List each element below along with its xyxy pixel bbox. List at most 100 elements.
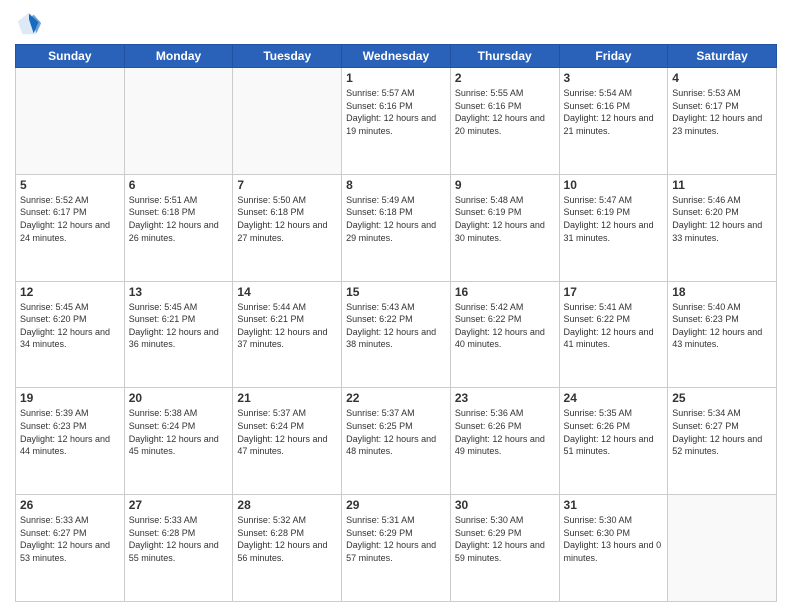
- day-info: Sunrise: 5:34 AMSunset: 6:27 PMDaylight:…: [672, 407, 772, 457]
- day-info: Sunrise: 5:52 AMSunset: 6:17 PMDaylight:…: [20, 194, 120, 244]
- day-number: 27: [129, 498, 229, 512]
- day-number: 3: [564, 71, 664, 85]
- calendar-cell: 12 Sunrise: 5:45 AMSunset: 6:20 PMDayligh…: [16, 281, 125, 388]
- day-number: 6: [129, 178, 229, 192]
- day-info: Sunrise: 5:45 AMSunset: 6:20 PMDaylight:…: [20, 301, 120, 351]
- day-number: 26: [20, 498, 120, 512]
- calendar-cell: 30 Sunrise: 5:30 AMSunset: 6:29 PMDayligh…: [450, 495, 559, 602]
- calendar-cell: 17 Sunrise: 5:41 AMSunset: 6:22 PMDayligh…: [559, 281, 668, 388]
- day-info: Sunrise: 5:37 AMSunset: 6:24 PMDaylight:…: [237, 407, 337, 457]
- calendar-cell: 21 Sunrise: 5:37 AMSunset: 6:24 PMDayligh…: [233, 388, 342, 495]
- day-info: Sunrise: 5:47 AMSunset: 6:19 PMDaylight:…: [564, 194, 664, 244]
- day-info: Sunrise: 5:43 AMSunset: 6:22 PMDaylight:…: [346, 301, 446, 351]
- day-header-thursday: Thursday: [450, 45, 559, 68]
- day-info: Sunrise: 5:33 AMSunset: 6:27 PMDaylight:…: [20, 514, 120, 564]
- calendar-cell: 3 Sunrise: 5:54 AMSunset: 6:16 PMDaylight…: [559, 68, 668, 175]
- day-info: Sunrise: 5:50 AMSunset: 6:18 PMDaylight:…: [237, 194, 337, 244]
- day-number: 23: [455, 391, 555, 405]
- calendar-cell: 9 Sunrise: 5:48 AMSunset: 6:19 PMDaylight…: [450, 174, 559, 281]
- calendar-cell: 23Sunrise: 5:36 AMSunset: 6:26 PMDayligh…: [450, 388, 559, 495]
- day-number: 12: [20, 285, 120, 299]
- day-number: 15: [346, 285, 446, 299]
- calendar-week-3: 12 Sunrise: 5:45 AMSunset: 6:20 PMDayligh…: [16, 281, 777, 388]
- day-info: Sunrise: 5:40 AMSunset: 6:23 PMDaylight:…: [672, 301, 772, 351]
- day-info: Sunrise: 5:33 AMSunset: 6:28 PMDaylight:…: [129, 514, 229, 564]
- day-number: 14: [237, 285, 337, 299]
- day-info: Sunrise: 5:41 AMSunset: 6:22 PMDaylight:…: [564, 301, 664, 351]
- day-info: Sunrise: 5:38 AMSunset: 6:24 PMDaylight:…: [129, 407, 229, 457]
- logo: [15, 10, 46, 38]
- calendar-cell: 4 Sunrise: 5:53 AMSunset: 6:17 PMDaylight…: [668, 68, 777, 175]
- calendar-cell: 20 Sunrise: 5:38 AMSunset: 6:24 PMDayligh…: [124, 388, 233, 495]
- day-number: 21: [237, 391, 337, 405]
- calendar-cell: 7Sunrise: 5:50 AMSunset: 6:18 PMDaylight…: [233, 174, 342, 281]
- calendar-week-4: 19 Sunrise: 5:39 AMSunset: 6:23 PMDayligh…: [16, 388, 777, 495]
- calendar-header-row: SundayMondayTuesdayWednesdayThursdayFrid…: [16, 45, 777, 68]
- calendar-week-2: 5 Sunrise: 5:52 AMSunset: 6:17 PMDaylight…: [16, 174, 777, 281]
- calendar-cell: 19 Sunrise: 5:39 AMSunset: 6:23 PMDayligh…: [16, 388, 125, 495]
- calendar-cell: 28 Sunrise: 5:32 AMSunset: 6:28 PMDayligh…: [233, 495, 342, 602]
- calendar-cell: 11 Sunrise: 5:46 AMSunset: 6:20 PMDayligh…: [668, 174, 777, 281]
- day-info: Sunrise: 5:39 AMSunset: 6:23 PMDaylight:…: [20, 407, 120, 457]
- day-header-saturday: Saturday: [668, 45, 777, 68]
- day-header-friday: Friday: [559, 45, 668, 68]
- day-number: 30: [455, 498, 555, 512]
- day-number: 24: [564, 391, 664, 405]
- calendar-cell: 22 Sunrise: 5:37 AMSunset: 6:25 PMDayligh…: [342, 388, 451, 495]
- calendar-cell: 14Sunrise: 5:44 AMSunset: 6:21 PMDayligh…: [233, 281, 342, 388]
- day-number: 31: [564, 498, 664, 512]
- day-header-wednesday: Wednesday: [342, 45, 451, 68]
- day-header-tuesday: Tuesday: [233, 45, 342, 68]
- calendar-cell: 1Sunrise: 5:57 AMSunset: 6:16 PMDaylight…: [342, 68, 451, 175]
- day-info: Sunrise: 5:30 AMSunset: 6:30 PMDaylight:…: [564, 514, 664, 564]
- calendar-week-5: 26 Sunrise: 5:33 AMSunset: 6:27 PMDayligh…: [16, 495, 777, 602]
- calendar-cell: [233, 68, 342, 175]
- calendar-cell: 18 Sunrise: 5:40 AMSunset: 6:23 PMDayligh…: [668, 281, 777, 388]
- day-number: 5: [20, 178, 120, 192]
- day-info: Sunrise: 5:31 AMSunset: 6:29 PMDaylight:…: [346, 514, 446, 564]
- calendar-table: SundayMondayTuesdayWednesdayThursdayFrid…: [15, 44, 777, 602]
- day-number: 18: [672, 285, 772, 299]
- calendar-cell: 26 Sunrise: 5:33 AMSunset: 6:27 PMDayligh…: [16, 495, 125, 602]
- day-number: 11: [672, 178, 772, 192]
- calendar-cell: 8Sunrise: 5:49 AMSunset: 6:18 PMDaylight…: [342, 174, 451, 281]
- day-header-monday: Monday: [124, 45, 233, 68]
- calendar-cell: 29 Sunrise: 5:31 AMSunset: 6:29 PMDayligh…: [342, 495, 451, 602]
- logo-icon: [15, 10, 43, 38]
- day-number: 2: [455, 71, 555, 85]
- day-info: Sunrise: 5:37 AMSunset: 6:25 PMDaylight:…: [346, 407, 446, 457]
- calendar-week-1: 1Sunrise: 5:57 AMSunset: 6:16 PMDaylight…: [16, 68, 777, 175]
- day-info: Sunrise: 5:35 AMSunset: 6:26 PMDaylight:…: [564, 407, 664, 457]
- day-info: Sunrise: 5:48 AMSunset: 6:19 PMDaylight:…: [455, 194, 555, 244]
- day-info: Sunrise: 5:57 AMSunset: 6:16 PMDaylight:…: [346, 87, 446, 137]
- day-number: 4: [672, 71, 772, 85]
- day-info: Sunrise: 5:53 AMSunset: 6:17 PMDaylight:…: [672, 87, 772, 137]
- day-number: 19: [20, 391, 120, 405]
- day-number: 22: [346, 391, 446, 405]
- day-number: 16: [455, 285, 555, 299]
- day-info: Sunrise: 5:30 AMSunset: 6:29 PMDaylight:…: [455, 514, 555, 564]
- day-number: 13: [129, 285, 229, 299]
- calendar-cell: 6Sunrise: 5:51 AMSunset: 6:18 PMDaylight…: [124, 174, 233, 281]
- header: [15, 10, 777, 38]
- day-number: 17: [564, 285, 664, 299]
- day-info: Sunrise: 5:55 AMSunset: 6:16 PMDaylight:…: [455, 87, 555, 137]
- calendar-cell: 25 Sunrise: 5:34 AMSunset: 6:27 PMDayligh…: [668, 388, 777, 495]
- calendar-cell: [668, 495, 777, 602]
- day-number: 29: [346, 498, 446, 512]
- page: SundayMondayTuesdayWednesdayThursdayFrid…: [0, 0, 792, 612]
- day-info: Sunrise: 5:32 AMSunset: 6:28 PMDaylight:…: [237, 514, 337, 564]
- day-number: 20: [129, 391, 229, 405]
- calendar-cell: 13 Sunrise: 5:45 AMSunset: 6:21 PMDayligh…: [124, 281, 233, 388]
- day-info: Sunrise: 5:46 AMSunset: 6:20 PMDaylight:…: [672, 194, 772, 244]
- day-number: 28: [237, 498, 337, 512]
- day-number: 25: [672, 391, 772, 405]
- calendar-cell: 24 Sunrise: 5:35 AMSunset: 6:26 PMDayligh…: [559, 388, 668, 495]
- day-info: Sunrise: 5:54 AMSunset: 6:16 PMDaylight:…: [564, 87, 664, 137]
- day-number: 9: [455, 178, 555, 192]
- day-info: Sunrise: 5:45 AMSunset: 6:21 PMDaylight:…: [129, 301, 229, 351]
- calendar-cell: 5 Sunrise: 5:52 AMSunset: 6:17 PMDaylight…: [16, 174, 125, 281]
- calendar-cell: 10Sunrise: 5:47 AMSunset: 6:19 PMDayligh…: [559, 174, 668, 281]
- calendar-cell: 15 Sunrise: 5:43 AMSunset: 6:22 PMDayligh…: [342, 281, 451, 388]
- day-info: Sunrise: 5:49 AMSunset: 6:18 PMDaylight:…: [346, 194, 446, 244]
